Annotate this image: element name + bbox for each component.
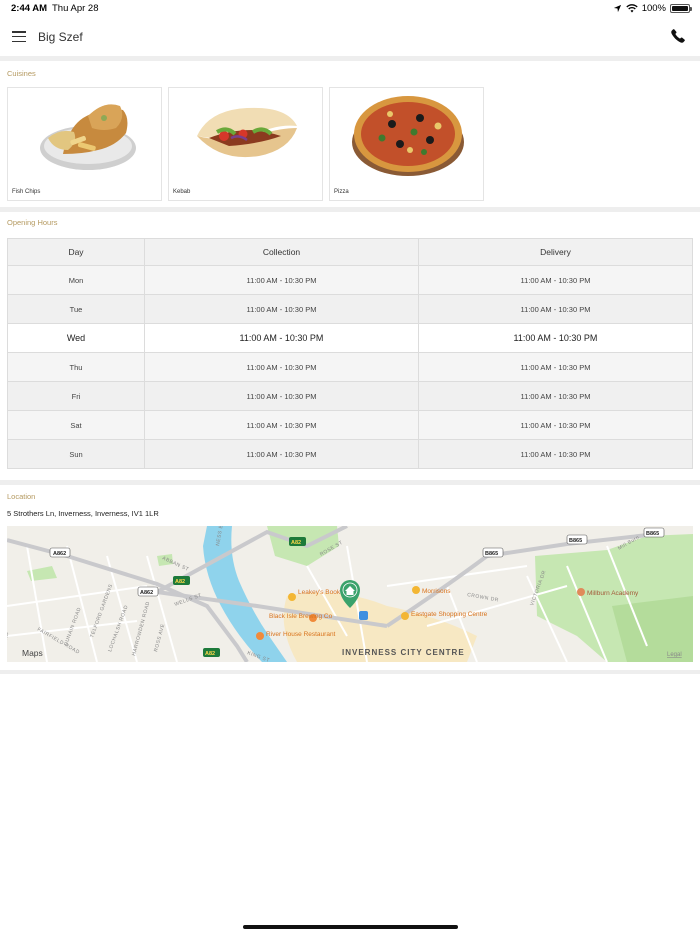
cuisine-label: Fish Chips	[12, 189, 41, 195]
delivery-cell: 11:00 AM - 10:30 PM	[418, 381, 693, 411]
divider	[0, 480, 700, 485]
table-row: Fri 11:00 AM - 10:30 PM 11:00 AM - 10:30…	[7, 381, 693, 411]
svg-text:A862: A862	[53, 551, 66, 557]
cuisine-label: Kebab	[173, 189, 191, 195]
location-arrow-icon	[613, 4, 621, 13]
location-heading: Location	[7, 492, 36, 501]
svg-text:River House Restaurant: River House Restaurant	[266, 631, 336, 638]
table-row: Sun 11:00 AM - 10:30 PM 11:00 AM - 10:30…	[7, 439, 693, 469]
table-row: Sat 11:00 AM - 10:30 PM 11:00 AM - 10:30…	[7, 410, 693, 440]
status-right: 100%	[613, 3, 692, 14]
svg-text:A82: A82	[291, 540, 301, 546]
pizza-image	[352, 96, 464, 176]
svg-text:Maps: Maps	[22, 648, 43, 658]
delivery-cell: 11:00 AM - 10:30 PM	[418, 410, 693, 440]
collection-cell: 11:00 AM - 10:30 PM	[144, 381, 419, 411]
table-row: Mon 11:00 AM - 10:30 PM 11:00 AM - 10:30…	[7, 265, 693, 295]
status-bar: 2:44 AM Thu Apr 28 100%	[0, 0, 700, 18]
cuisine-label: Pizza	[334, 189, 349, 195]
delivery-cell: 11:00 AM - 10:30 PM	[418, 323, 693, 353]
delivery-cell: 11:00 AM - 10:30 PM	[418, 439, 693, 469]
svg-text:B865: B865	[569, 538, 582, 544]
collection-cell: 11:00 AM - 10:30 PM	[144, 294, 419, 324]
table-row: Tue 11:00 AM - 10:30 PM 11:00 AM - 10:30…	[7, 294, 693, 324]
svg-text:B865: B865	[485, 551, 498, 557]
day-cell: Thu	[7, 352, 145, 382]
day-cell: Mon	[7, 265, 145, 295]
svg-text:A82: A82	[175, 579, 185, 585]
collection-cell: 11:00 AM - 10:30 PM	[144, 439, 419, 469]
table-row: Thu 11:00 AM - 10:30 PM 11:00 AM - 10:30…	[7, 352, 693, 382]
navigation-bar: Big Szef	[0, 18, 700, 56]
day-cell: Wed	[7, 323, 145, 353]
collection-cell: 11:00 AM - 10:30 PM	[144, 410, 419, 440]
delivery-cell: 11:00 AM - 10:30 PM	[418, 265, 693, 295]
collection-cell: 11:00 AM - 10:30 PM	[144, 352, 419, 382]
column-header-day: Day	[7, 238, 145, 266]
column-header-delivery: Delivery	[418, 238, 693, 266]
svg-text:INVERNESS CITY CENTRE: INVERNESS CITY CENTRE	[342, 648, 465, 657]
collection-cell: 11:00 AM - 10:30 PM	[144, 323, 419, 353]
divider	[0, 670, 700, 674]
page-title: Big Szef	[38, 30, 83, 44]
opening-hours-table: Day Collection Delivery Mon 11:00 AM - 1…	[7, 238, 693, 469]
day-cell: Fri	[7, 381, 145, 411]
svg-text:A82: A82	[205, 651, 215, 657]
status-date: Thu Apr 28	[52, 3, 99, 14]
address-text: 5 Strothers Ln, Inverness, Inverness, IV…	[7, 509, 159, 518]
delivery-cell: 11:00 AM - 10:30 PM	[418, 352, 693, 382]
svg-text:Black Isle Brewing Co: Black Isle Brewing Co	[269, 613, 333, 620]
home-indicator[interactable]	[243, 925, 458, 929]
svg-text:B865: B865	[646, 531, 659, 537]
battery-icon	[670, 4, 692, 13]
phone-icon[interactable]	[670, 28, 686, 44]
svg-text:Morrisons: Morrisons	[422, 588, 451, 595]
day-cell: Tue	[7, 294, 145, 324]
fish-chips-image	[40, 104, 136, 170]
divider	[0, 207, 700, 212]
kebab-image	[197, 107, 297, 158]
location-map[interactable]: A862 A82 B865 B865 B865 A862 A82 A82 ABB…	[7, 526, 693, 662]
table-row-today: Wed 11:00 AM - 10:30 PM 11:00 AM - 10:30…	[7, 323, 693, 353]
svg-text:Legal: Legal	[667, 652, 682, 658]
cuisine-card-pizza[interactable]: Pizza	[329, 87, 484, 201]
svg-text:Millburn Academy: Millburn Academy	[587, 590, 639, 597]
table-header-row: Day Collection Delivery	[7, 238, 693, 266]
delivery-cell: 11:00 AM - 10:30 PM	[418, 294, 693, 324]
opening-hours-heading: Opening Hours	[7, 218, 58, 227]
wifi-icon	[626, 4, 638, 13]
cuisine-card-fish-chips[interactable]: Fish Chips	[7, 87, 162, 201]
divider	[0, 56, 700, 61]
svg-text:Eastgate Shopping Centre: Eastgate Shopping Centre	[411, 611, 488, 618]
hamburger-menu-icon[interactable]	[12, 31, 26, 43]
day-cell: Sun	[7, 439, 145, 469]
svg-text:A862: A862	[140, 590, 153, 596]
collection-cell: 11:00 AM - 10:30 PM	[144, 265, 419, 295]
battery-percent: 100%	[641, 3, 666, 14]
column-header-collection: Collection	[144, 238, 419, 266]
status-time: 2:44 AM	[11, 3, 48, 14]
cuisine-card-kebab[interactable]: Kebab	[168, 87, 323, 201]
cuisines-heading: Cuisines	[7, 69, 36, 78]
day-cell: Sat	[7, 410, 145, 440]
